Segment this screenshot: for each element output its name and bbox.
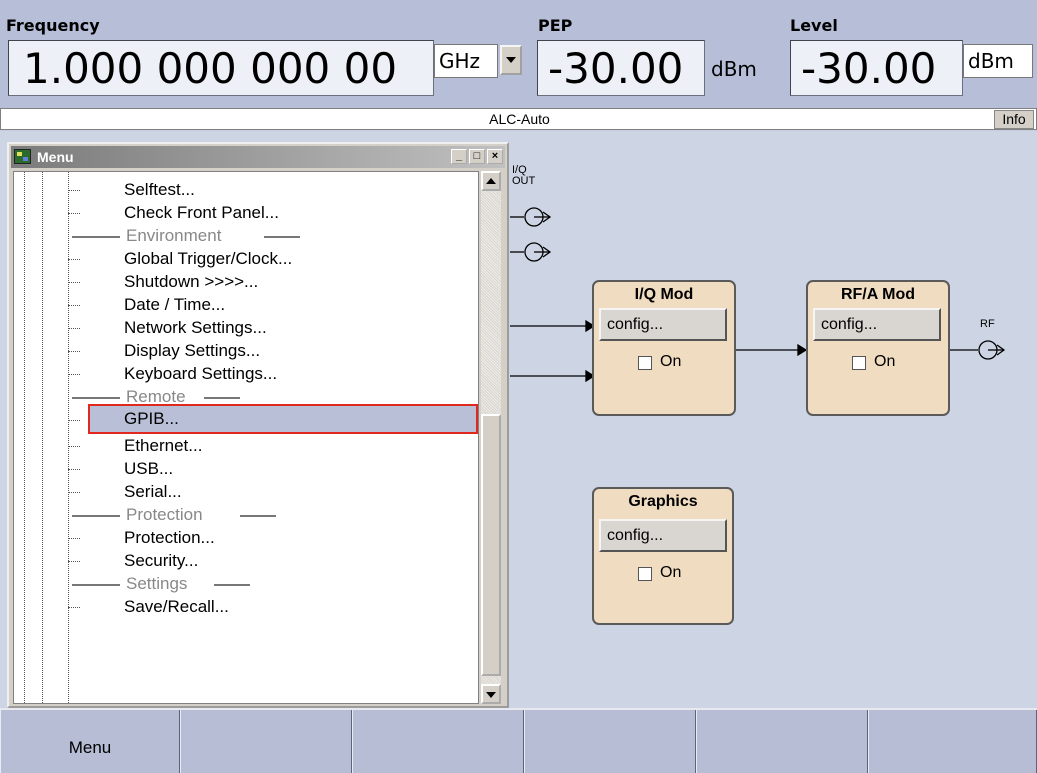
menu-item-label: Ethernet... [124, 436, 203, 455]
graphics-on-checkbox[interactable] [638, 567, 652, 581]
menu-item-label: Security... [124, 551, 199, 570]
softkey-bar: Menu [0, 708, 1037, 773]
iq-mod-config-button[interactable]: config... [599, 308, 727, 341]
frequency-value: 1.000 000 000 00 [23, 44, 398, 93]
level-field[interactable]: -30.00 [790, 40, 963, 96]
menu-separator-settings: Settings [14, 572, 478, 596]
pep-unit: dBm [711, 57, 757, 81]
rf-mod-on-label: On [874, 353, 896, 370]
softkey-menu[interactable]: Menu [0, 710, 180, 773]
softkey-3[interactable] [352, 710, 524, 773]
level-label: Level [790, 16, 838, 35]
menu-item-shutdown[interactable]: Shutdown >>>>... [14, 270, 478, 294]
graphics-title: Graphics [628, 493, 698, 510]
softkey-6[interactable] [868, 710, 1037, 773]
graphics-config-button[interactable]: config... [599, 519, 727, 552]
menu-tree: Selftest... Check Front Panel... Environ… [13, 171, 479, 704]
softkey-label: Menu [68, 738, 112, 757]
menu-item-label: Save/Recall... [124, 597, 229, 616]
scroll-down-button[interactable] [481, 684, 501, 704]
iq-out-connector-2 [510, 242, 552, 262]
iq-mod-on-label: On [660, 353, 682, 370]
frequency-label: Frequency [6, 16, 100, 35]
menu-item-label: Network Settings... [124, 318, 267, 337]
chevron-down-icon [506, 57, 516, 63]
info-button[interactable]: Info [994, 110, 1034, 129]
rf-mod-on-checkbox[interactable] [852, 356, 866, 370]
close-button[interactable]: × [487, 149, 503, 164]
menu-item-label: Global Trigger/Clock... [124, 249, 293, 268]
menu-item-label: Check Front Panel... [124, 203, 279, 222]
iq-mod-title: I/Q Mod [634, 286, 694, 303]
frequency-field[interactable]: 1.000 000 000 00 [8, 40, 434, 96]
menu-item-label: USB... [124, 459, 174, 478]
menu-window-titlebar[interactable]: Menu _ □ × [11, 146, 505, 168]
menu-separator-environment: Environment [14, 224, 478, 248]
separator-label: Protection [126, 505, 203, 524]
menu-item-display-settings[interactable]: Display Settings... [14, 339, 478, 363]
graphics-on-label: On [660, 564, 682, 581]
menu-item-network-settings[interactable]: Network Settings... [14, 316, 478, 340]
scroll-thumb[interactable] [481, 414, 501, 676]
menu-item-usb[interactable]: USB... [14, 457, 478, 481]
menu-item-label: Selftest... [124, 180, 195, 199]
menu-item-label: Protection... [124, 528, 215, 547]
menu-window: Menu _ □ × Selftest... Check Front Panel… [7, 142, 509, 708]
maximize-button[interactable]: □ [469, 149, 485, 164]
signal-connections [510, 207, 1006, 383]
pep-value: -30.00 [548, 44, 684, 93]
menu-item-label: Display Settings... [124, 341, 261, 360]
app-icon [14, 149, 31, 164]
pep-label: PEP [538, 16, 573, 35]
menu-item-selftest[interactable]: Selftest... [14, 178, 478, 202]
frequency-unit[interactable]: GHz [434, 44, 498, 78]
frequency-unit-dropdown-button[interactable] [500, 45, 522, 75]
menu-item-keyboard-settings[interactable]: Keyboard Settings... [14, 362, 478, 386]
menu-item-date-time[interactable]: Date / Time... [14, 293, 478, 317]
status-text: ALC-Auto [489, 111, 550, 127]
arrow-down-icon [486, 692, 496, 698]
menu-item-protection[interactable]: Protection... [14, 526, 478, 550]
iq-mod-input-arrows [510, 319, 596, 383]
arrow-up-icon [486, 178, 496, 184]
scroll-up-button[interactable] [481, 171, 501, 191]
iq-out-label: I/Q OUT [512, 165, 535, 187]
rf-label: RF [980, 318, 995, 330]
menu-item-save-recall[interactable]: Save/Recall... [14, 595, 478, 619]
rf-out-connector [950, 340, 1006, 360]
menu-item-label: Date / Time... [124, 295, 226, 314]
menu-window-title: Menu [37, 149, 74, 165]
rf-mod-block: RF/A Mod config... On [806, 280, 950, 416]
menu-separator-protection: Protection [14, 503, 478, 527]
separator-label: Environment [126, 226, 222, 245]
separator-label: Settings [126, 574, 188, 593]
menu-scrollbar[interactable] [481, 171, 501, 704]
menu-item-security[interactable]: Security... [14, 549, 478, 573]
menu-item-global-trigger-clock[interactable]: Global Trigger/Clock... [14, 247, 478, 271]
softkey-5[interactable] [696, 710, 868, 773]
menu-item-label: Serial... [124, 482, 182, 501]
minimize-button[interactable]: _ [451, 149, 467, 164]
iq-mod-block: I/Q Mod config... On [592, 280, 736, 416]
gpib-row-guide [14, 408, 478, 432]
header-bar: Frequency PEP Level 1.000 000 000 00 GHz… [0, 0, 1037, 108]
menu-item-label: Keyboard Settings... [124, 364, 278, 383]
rf-mod-config-button[interactable]: config... [813, 308, 941, 341]
menu-item-ethernet[interactable]: Ethernet... [14, 434, 478, 458]
menu-item-serial[interactable]: Serial... [14, 480, 478, 504]
level-unit[interactable]: dBm [963, 44, 1033, 78]
menu-item-check-front-panel[interactable]: Check Front Panel... [14, 201, 478, 225]
level-value: -30.00 [801, 44, 937, 93]
iq-out-label-line2: OUT [512, 175, 536, 187]
status-bar: ALC-Auto Info [0, 108, 1037, 130]
softkey-4[interactable] [524, 710, 696, 773]
iq-to-rf-arrow [736, 343, 808, 357]
pep-field: -30.00 [537, 40, 705, 96]
softkey-2[interactable] [180, 710, 352, 773]
iq-out-connector-1 [510, 207, 552, 227]
graphics-block: Graphics config... On [592, 487, 734, 625]
iq-mod-on-checkbox[interactable] [638, 356, 652, 370]
menu-item-label: Shutdown >>>>... [124, 272, 259, 291]
rf-mod-title: RF/A Mod [840, 286, 916, 303]
